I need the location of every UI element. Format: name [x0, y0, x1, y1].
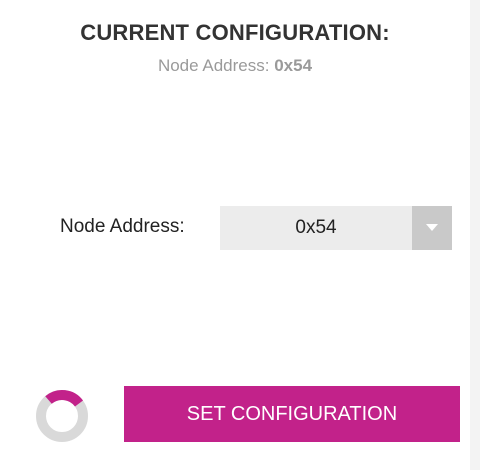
page-title: CURRENT CONFIGURATION: — [80, 20, 390, 45]
configuration-panel: CURRENT CONFIGURATION: Node Address: 0x5… — [0, 0, 470, 470]
loading-spinner-icon — [36, 390, 88, 442]
set-configuration-button[interactable]: SET CONFIGURATION — [124, 386, 460, 442]
node-address-selected-value: 0x54 — [295, 217, 337, 238]
current-node-address-value: 0x54 — [274, 56, 313, 75]
dropdown-toggle[interactable] — [412, 206, 452, 250]
node-address-label: Node Address: — [60, 216, 185, 237]
current-node-address: Node Address: 0x54 — [0, 56, 470, 76]
chevron-down-icon — [426, 224, 438, 231]
current-node-address-label: Node Address: — [157, 56, 270, 75]
node-address-dropdown[interactable]: 0x54 — [220, 206, 452, 250]
